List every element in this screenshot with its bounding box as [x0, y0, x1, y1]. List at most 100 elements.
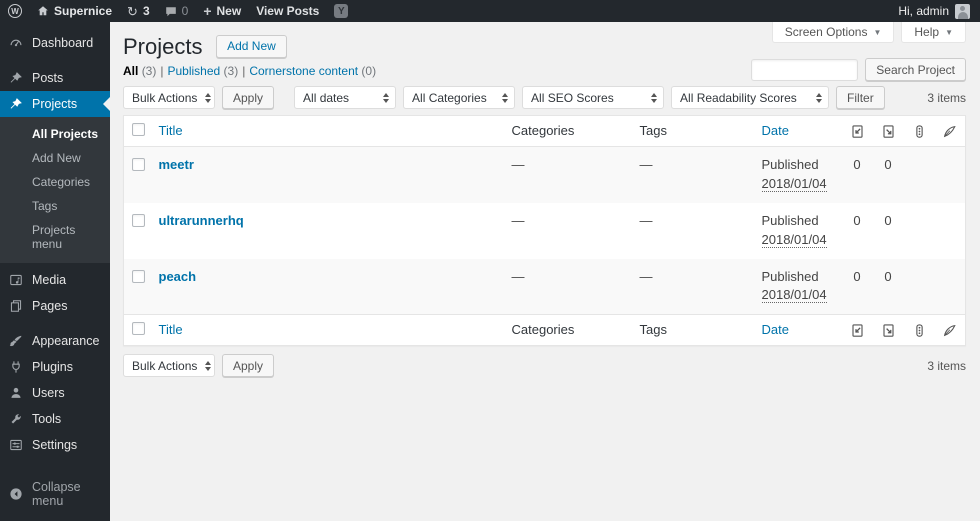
links-to-count: 0: [853, 157, 861, 173]
select-all-checkbox[interactable]: [132, 322, 145, 336]
sidebar-item-pages[interactable]: Pages: [0, 293, 110, 319]
table-row: ultrarunnerhq — — Published 2018/01/04 0 …: [124, 203, 966, 259]
outgoing-links-icon: [872, 115, 904, 148]
project-title-link[interactable]: ultrarunnerhq: [159, 213, 244, 228]
items-count: 3 items: [927, 90, 966, 105]
main-content: Screen Options ▼ Help ▼ Search Project P…: [110, 22, 980, 521]
submenu-all-projects[interactable]: All Projects: [0, 122, 110, 146]
apply-button-bottom[interactable]: Apply: [222, 354, 275, 378]
sidebar-item-label: Media: [32, 273, 67, 287]
tags-cell: —: [639, 157, 653, 173]
row-checkbox[interactable]: [132, 213, 145, 227]
submenu-categories[interactable]: Categories: [0, 170, 110, 194]
sidebar-item-users[interactable]: Users: [0, 380, 110, 406]
project-title-link[interactable]: peach: [159, 269, 197, 284]
sidebar-item-appearance[interactable]: Appearance: [0, 328, 110, 354]
view-posts-label: View Posts: [256, 4, 320, 18]
site-name-link[interactable]: Supernice: [37, 4, 112, 18]
chevron-down-icon: ▼: [873, 27, 882, 37]
updates-link[interactable]: ↻ 3: [127, 4, 150, 18]
categories-cell: —: [511, 157, 525, 173]
links-to-count: 0: [853, 268, 861, 284]
select-all-checkbox[interactable]: [132, 123, 145, 136]
comment-count: 0: [181, 4, 189, 18]
filter-all[interactable]: All (3): [123, 64, 156, 78]
date-cell: Published 2018/01/04: [761, 268, 827, 304]
comments-link[interactable]: 0: [165, 4, 189, 18]
dates-filter-select[interactable]: All dates: [294, 86, 397, 109]
seo-scores-filter-select[interactable]: All SEO Scores: [522, 86, 665, 109]
search-input[interactable]: [751, 58, 859, 81]
row-checkbox[interactable]: [132, 269, 145, 283]
sidebar-item-tools[interactable]: Tools: [0, 406, 110, 432]
sidebar-item-projects[interactable]: Projects: [0, 91, 110, 117]
chevron-down-icon: ▼: [945, 27, 953, 37]
submenu-add-new[interactable]: Add New: [0, 146, 110, 170]
account-menu[interactable]: Hi, admin: [898, 3, 970, 19]
sidebar-item-dashboard[interactable]: Dashboard: [0, 30, 110, 56]
help-label: Help: [914, 25, 940, 39]
column-header-date[interactable]: Date: [753, 115, 842, 148]
column-footer-title[interactable]: Title: [150, 314, 504, 346]
tags-cell: —: [639, 268, 653, 284]
submenu-tags[interactable]: Tags: [0, 194, 110, 218]
sidebar-item-settings[interactable]: Settings: [0, 432, 110, 458]
row-checkbox[interactable]: [132, 158, 145, 172]
new-menu[interactable]: + New: [203, 4, 241, 18]
collapse-label: Collapse menu: [32, 480, 81, 508]
column-footer-date[interactable]: Date: [753, 314, 842, 346]
column-header-title[interactable]: Title: [150, 115, 504, 148]
submenu-projects-menu[interactable]: Projects menu: [0, 218, 110, 256]
home-icon: [37, 5, 49, 17]
wordpress-admin-screen: W Supernice ↻ 3 0 + New View Posts Y Hi,…: [0, 0, 980, 521]
table-footer-row: Title Categories Tags Date: [123, 314, 966, 346]
categories-filter-select[interactable]: All Categories: [403, 86, 516, 109]
new-label: New: [216, 4, 242, 18]
sidebar-item-plugins[interactable]: Plugins: [0, 354, 110, 380]
filter-cornerstone[interactable]: Cornerstone content (0): [249, 64, 376, 78]
column-footer-tags: Tags: [631, 314, 754, 346]
categories-cell: —: [511, 212, 525, 228]
bulk-actions-select-bottom[interactable]: Bulk Actions: [123, 354, 215, 378]
screen-options-label: Screen Options: [784, 25, 868, 39]
stepper-icon: [651, 92, 658, 103]
yoast-icon[interactable]: Y: [334, 4, 349, 18]
avatar: [955, 3, 970, 19]
links-from-count: 0: [884, 212, 892, 228]
plus-icon: +: [203, 3, 212, 19]
collapse-menu-button[interactable]: Collapse menu: [0, 474, 110, 514]
wordpress-logo-icon[interactable]: W: [8, 4, 22, 18]
page-title: Projects: [123, 34, 203, 59]
table-row: meetr — — Published 2018/01/04 0 0: [123, 146, 966, 203]
site-name: Supernice: [54, 4, 113, 18]
links-from-count: 0: [884, 157, 892, 173]
help-tab[interactable]: Help ▼: [901, 22, 966, 43]
menu-separator: [0, 319, 110, 328]
filter-published[interactable]: Published (3): [167, 64, 238, 78]
search-project-button[interactable]: Search Project: [865, 58, 966, 81]
tools-icon: [8, 412, 24, 426]
projects-table: Title Categories Tags Date meetr — — Pub…: [123, 115, 966, 347]
table-row: peach — — Published 2018/01/04 0 0: [123, 258, 966, 315]
sidebar-item-media[interactable]: Media: [0, 267, 110, 293]
apply-button[interactable]: Apply: [222, 86, 275, 109]
bulk-actions-select[interactable]: Bulk Actions: [123, 86, 215, 109]
project-title-link[interactable]: meetr: [159, 157, 194, 172]
sidebar-item-posts[interactable]: Posts: [0, 65, 110, 91]
users-icon: [8, 386, 24, 400]
screen-options-tab[interactable]: Screen Options ▼: [771, 22, 895, 43]
categories-cell: —: [511, 268, 525, 284]
readability-filter-select[interactable]: All Readability Scores: [671, 86, 830, 109]
add-new-button[interactable]: Add New: [216, 34, 287, 58]
menu-separator: [0, 56, 110, 65]
sidebar-item-label: Tools: [32, 412, 62, 426]
date-cell: Published 2018/01/04: [761, 157, 827, 193]
filter-button[interactable]: Filter: [836, 86, 885, 109]
update-count: 3: [142, 4, 150, 18]
view-posts-link[interactable]: View Posts: [256, 4, 319, 18]
plugins-icon: [8, 360, 24, 374]
sidebar: Dashboard Posts Projects All Projects Ad…: [0, 22, 110, 521]
seo-score-icon: [903, 115, 935, 148]
stepper-icon: [816, 92, 823, 103]
collapse-icon: [8, 487, 24, 501]
